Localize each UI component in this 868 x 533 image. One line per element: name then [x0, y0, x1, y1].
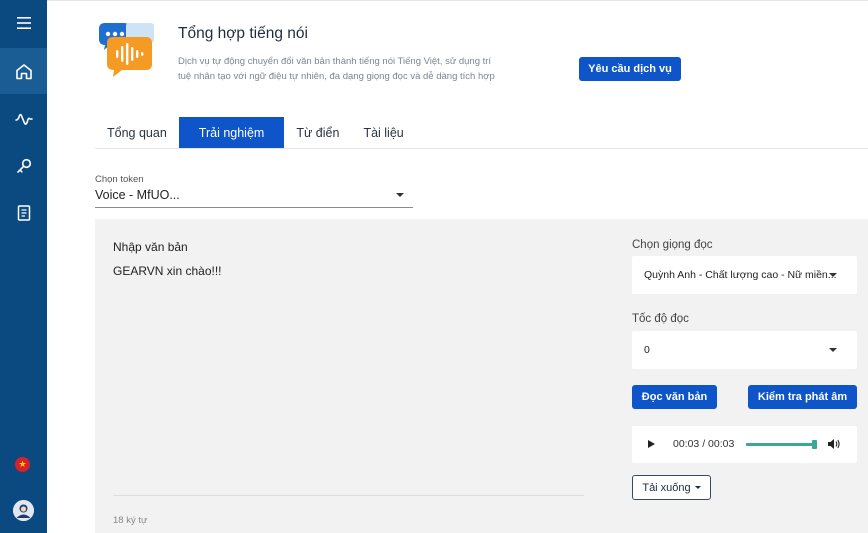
voice-select[interactable]: Quỳnh Anh - Chất lượng cao - Nữ miền... [632, 256, 857, 294]
audio-progress-slider[interactable] [746, 440, 817, 449]
avatar[interactable] [13, 500, 34, 521]
check-pronunciation-button[interactable]: Kiểm tra phát âm [748, 385, 857, 409]
top-divider [47, 0, 868, 1]
page-title: Tổng hợp tiếng nói [178, 25, 308, 42]
token-label: Chọn token [95, 174, 144, 185]
play-icon[interactable] [648, 440, 655, 448]
voice-value: Quỳnh Anh - Chất lượng cao - Nữ miền... [644, 269, 837, 281]
char-count: 18 ký tự [113, 515, 148, 526]
token-value: Voice - MfUO... [95, 188, 180, 202]
tab-overview[interactable]: Tổng quan [95, 117, 179, 148]
voice-label: Chọn giọng đọc [632, 239, 713, 251]
audio-player: 00:03 / 00:03 [632, 426, 857, 463]
chat-audio-logo-icon [96, 22, 154, 80]
chevron-down-icon [396, 193, 404, 197]
chevron-down-icon [829, 273, 837, 277]
vietnam-flag-icon[interactable]: ★ [15, 457, 30, 472]
tab-dictionary[interactable]: Từ điển [284, 117, 351, 148]
tab-experience[interactable]: Trải nghiệm [178, 117, 285, 148]
speed-label: Tốc độ đọc [632, 313, 689, 325]
request-service-button[interactable]: Yêu cầu dịch vụ [579, 57, 681, 81]
chevron-down-icon [829, 348, 837, 352]
audio-time: 00:03 / 00:03 [673, 438, 735, 450]
token-select[interactable]: Voice - MfUO... [95, 186, 413, 208]
speed-value: 0 [644, 344, 650, 356]
read-text-button[interactable]: Đọc văn bản [632, 385, 717, 409]
tab-bar: Tổng quan Trải nghiệm Từ điển Tài liệu [95, 117, 868, 149]
download-button[interactable]: Tải xuống [632, 475, 711, 500]
sidebar: ★ [0, 0, 47, 533]
waveform-icon[interactable] [0, 96, 47, 142]
audio-progress-handle[interactable] [812, 440, 817, 449]
text-input-label: Nhập văn bản [113, 240, 188, 254]
document-icon[interactable] [0, 190, 47, 236]
page-description: Dịch vụ tự động chuyển đổi văn bản thành… [178, 56, 495, 82]
speed-select[interactable]: 0 [632, 331, 857, 369]
caret-down-icon [694, 486, 701, 489]
home-icon[interactable] [0, 48, 47, 94]
audio-progress-fill [746, 443, 817, 446]
menu-icon[interactable] [0, 0, 47, 46]
download-label: Tải xuống [642, 481, 691, 494]
tab-documents[interactable]: Tài liệu [351, 117, 415, 148]
volume-icon[interactable] [827, 437, 841, 451]
text-input[interactable]: GEARVN xin chào!!! [113, 264, 222, 278]
text-input-divider [113, 495, 584, 496]
key-icon[interactable] [0, 143, 47, 189]
